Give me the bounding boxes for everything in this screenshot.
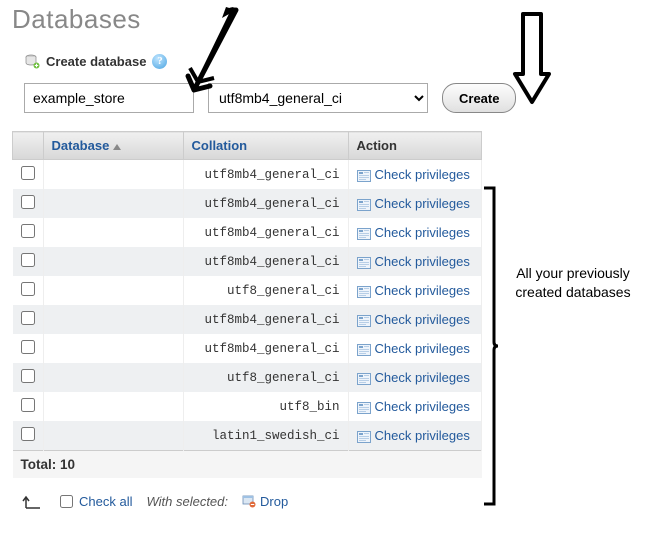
drop-icon (242, 494, 256, 508)
row-collation: utf8_general_ci (183, 276, 348, 305)
table-row: utf8mb4_general_ci Check privileges (13, 218, 482, 247)
row-collation: latin1_swedish_ci (183, 421, 348, 451)
check-privileges-link[interactable]: Check privileges (375, 167, 470, 182)
row-collation: utf8_general_ci (183, 363, 348, 392)
row-database-name[interactable] (43, 160, 183, 190)
row-checkbox[interactable] (21, 369, 35, 383)
table-row: utf8_bin Check privileges (13, 392, 482, 421)
total-row: Total: 10 (13, 451, 482, 479)
check-privileges-link[interactable]: Check privileges (375, 283, 470, 298)
create-button[interactable]: Create (442, 83, 516, 113)
table-row: utf8_general_ci Check privileges (13, 276, 482, 305)
row-database-name[interactable] (43, 189, 183, 218)
privileges-icon (357, 257, 371, 269)
privileges-icon (357, 286, 371, 298)
row-checkbox[interactable] (21, 253, 35, 267)
privileges-icon (357, 344, 371, 356)
help-icon[interactable]: ? (152, 54, 167, 69)
row-database-name[interactable] (43, 305, 183, 334)
check-all-checkbox[interactable] (60, 495, 73, 508)
table-row: utf8mb4_general_ci Check privileges (13, 247, 482, 276)
privileges-icon (357, 431, 371, 443)
check-privileges-link[interactable]: Check privileges (375, 196, 470, 211)
row-database-name[interactable] (43, 421, 183, 451)
row-checkbox[interactable] (21, 340, 35, 354)
with-selected-label: With selected: (146, 494, 228, 509)
col-action: Action (348, 132, 482, 160)
table-row: utf8mb4_general_ci Check privileges (13, 334, 482, 363)
row-database-name[interactable] (43, 334, 183, 363)
check-privileges-link[interactable]: Check privileges (375, 399, 470, 414)
arrow-up-icon (22, 492, 46, 510)
check-privileges-link[interactable]: Check privileges (375, 254, 470, 269)
col-database[interactable]: Database (43, 132, 183, 160)
page-title: Databases (12, 4, 660, 35)
database-name-input[interactable] (24, 83, 194, 113)
row-database-name[interactable] (43, 218, 183, 247)
row-checkbox[interactable] (21, 427, 35, 441)
table-row: utf8mb4_general_ci Check privileges (13, 160, 482, 190)
table-row: utf8_general_ci Check privileges (13, 363, 482, 392)
check-all-label: Check all (79, 494, 132, 509)
privileges-icon (357, 315, 371, 327)
row-collation: utf8_bin (183, 392, 348, 421)
row-collation: utf8mb4_general_ci (183, 305, 348, 334)
row-collation: utf8mb4_general_ci (183, 334, 348, 363)
privileges-icon (357, 170, 371, 182)
create-database-label: Create database (46, 54, 146, 69)
row-checkbox[interactable] (21, 398, 35, 412)
col-checkbox (13, 132, 44, 160)
row-checkbox[interactable] (21, 282, 35, 296)
privileges-icon (357, 402, 371, 414)
check-privileges-link[interactable]: Check privileges (375, 225, 470, 240)
check-privileges-link[interactable]: Check privileges (375, 312, 470, 327)
collation-select[interactable]: utf8mb4_general_ci (208, 83, 428, 113)
annotation-bracket (482, 186, 500, 506)
row-collation: utf8mb4_general_ci (183, 189, 348, 218)
table-row: latin1_swedish_ci Check privileges (13, 421, 482, 451)
annotation-text: All your previously created databases (498, 264, 648, 302)
row-collation: utf8mb4_general_ci (183, 247, 348, 276)
privileges-icon (357, 228, 371, 240)
check-privileges-link[interactable]: Check privileges (375, 428, 470, 443)
new-database-icon (24, 53, 40, 69)
table-row: utf8mb4_general_ci Check privileges (13, 189, 482, 218)
check-privileges-link[interactable]: Check privileges (375, 341, 470, 356)
row-checkbox[interactable] (21, 166, 35, 180)
row-checkbox[interactable] (21, 311, 35, 325)
row-checkbox[interactable] (21, 195, 35, 209)
row-collation: utf8mb4_general_ci (183, 218, 348, 247)
privileges-icon (357, 373, 371, 385)
row-database-name[interactable] (43, 392, 183, 421)
row-collation: utf8mb4_general_ci (183, 160, 348, 190)
check-all[interactable]: Check all (60, 494, 132, 509)
sort-asc-icon (113, 144, 121, 150)
row-database-name[interactable] (43, 363, 183, 392)
table-row: utf8mb4_general_ci Check privileges (13, 305, 482, 334)
row-checkbox[interactable] (21, 224, 35, 238)
privileges-icon (357, 199, 371, 211)
col-collation[interactable]: Collation (183, 132, 348, 160)
row-database-name[interactable] (43, 247, 183, 276)
drop-label: Drop (260, 494, 288, 509)
drop-link[interactable]: Drop (242, 494, 288, 509)
row-database-name[interactable] (43, 276, 183, 305)
check-privileges-link[interactable]: Check privileges (375, 370, 470, 385)
databases-table: Database Collation Action utf8mb4_genera… (12, 131, 482, 478)
